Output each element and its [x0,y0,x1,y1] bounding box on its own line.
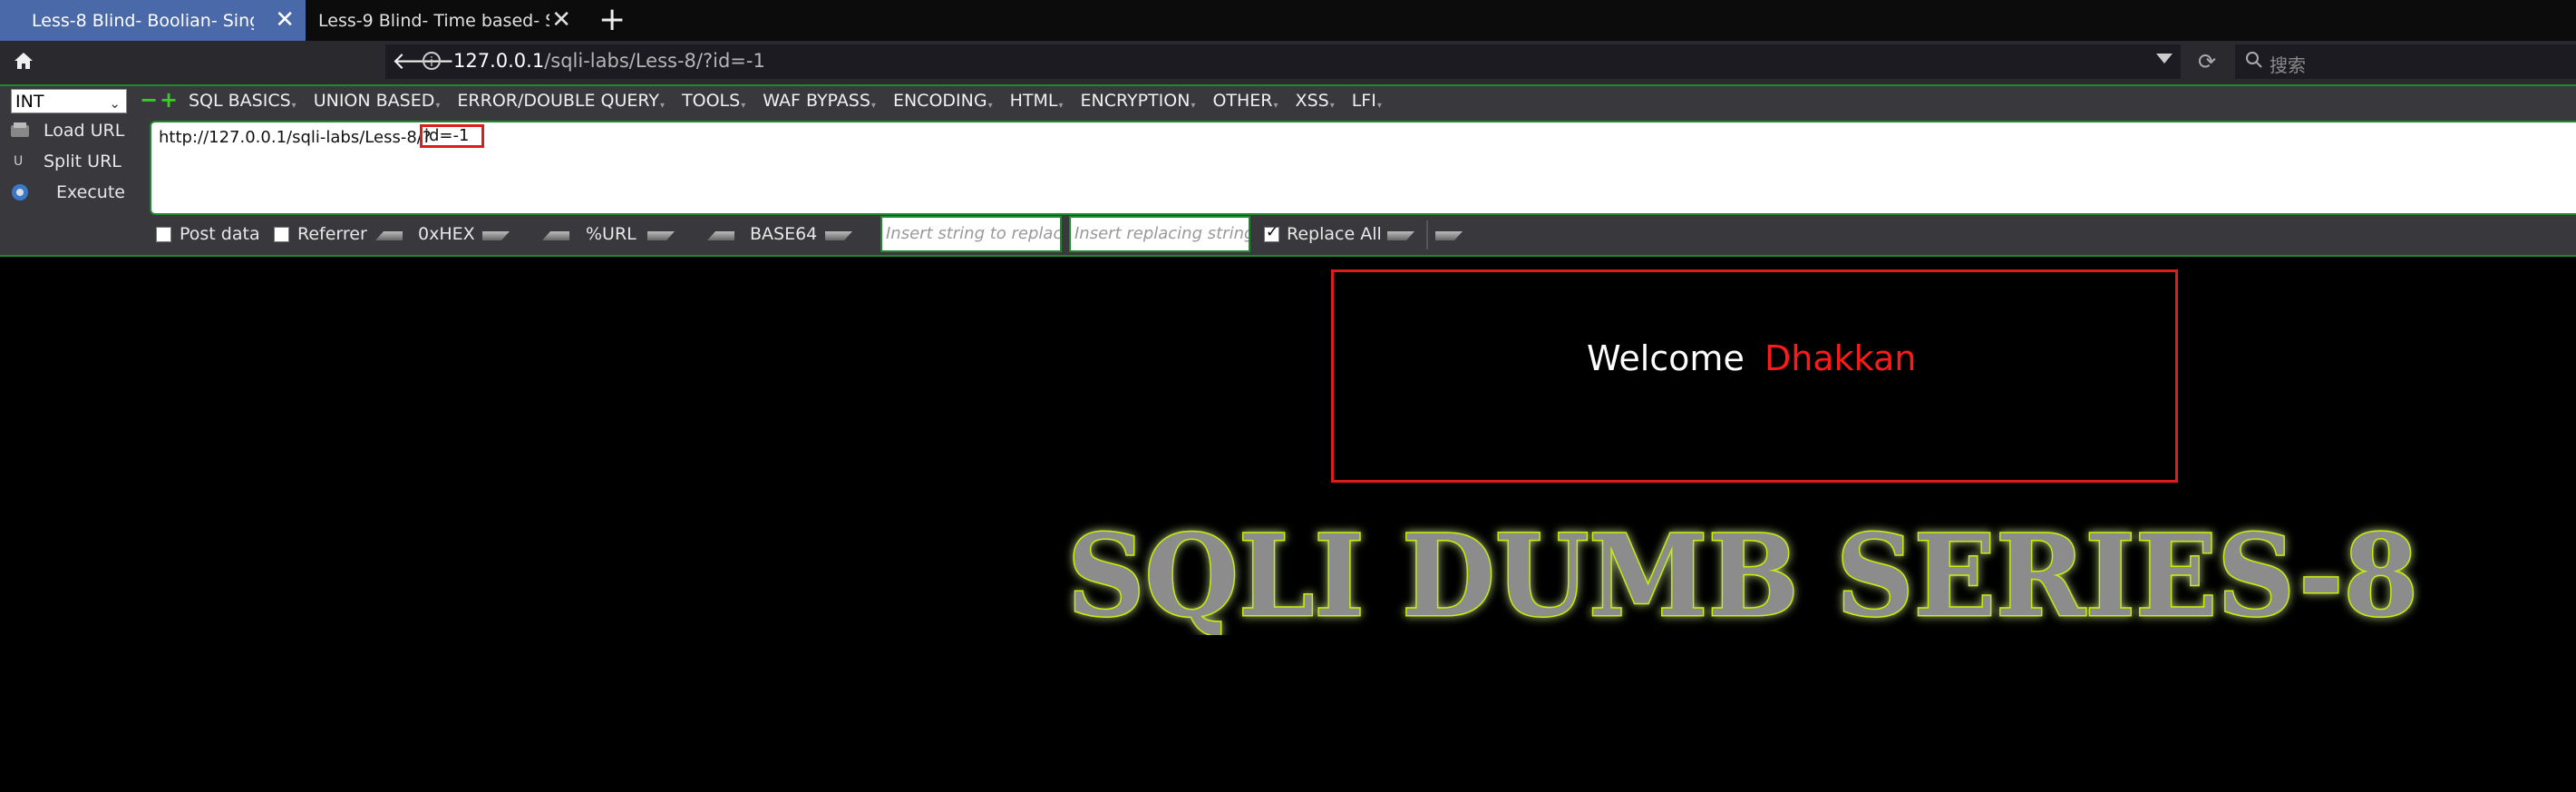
base64-label: BASE64 [750,224,818,244]
search-placeholder: 搜索 [2270,54,2306,76]
execute-button[interactable]: Execute [9,179,125,206]
replace-string-input[interactable]: Insert replacing string [1069,216,1250,252]
base64-decode-arrow-icon[interactable] [707,231,734,240]
hex-decode-arrow-icon[interactable] [375,231,403,240]
tab-label: Less-9 Blind- Time based- Single Quotes-… [318,10,549,31]
menu-error-double-query[interactable]: ERROR/DOUBLE QUERY [457,91,664,111]
split-url-label: Split URL [44,152,122,171]
hex-label: 0xHEX [418,224,475,244]
menu-other[interactable]: OTHER [1212,91,1277,111]
execute-label: Execute [56,182,125,202]
close-tab-icon[interactable]: ✕ [275,7,295,33]
menu-xss[interactable]: XSS [1296,91,1334,111]
url-decode-arrow-icon[interactable] [542,231,569,240]
base64-encode-arrow-icon[interactable] [825,231,852,240]
highlighted-parameter: id=-1 [420,124,485,148]
increase-button[interactable]: + [160,87,178,112]
url-encode-label: %URL [586,224,637,244]
menu-encryption[interactable]: ENCRYPTION [1081,91,1195,111]
url-path: /sqli-labs/Less-8/?id=-1 [544,50,765,72]
menu-lfi[interactable]: LFI [1352,91,1381,111]
address-text[interactable]: 127.0.0.1/sqli-labs/Less-8/?id=-1 [453,50,765,72]
menu-union-based[interactable]: UNION BASED [314,91,440,111]
tab-less-9[interactable]: Less-9 Blind- Time based- Single Quotes-… [306,0,582,41]
replace-all-label: Replace All [1287,224,1382,244]
tab-less-8[interactable]: Less-8 Blind- Boolian- Single Quotes- St… [0,0,306,41]
user-name-text: Dhakkan [1764,338,1917,378]
series-banner-text: SQLI DUMB SERIES-8 [1067,511,2418,635]
referrer-checkbox[interactable] [274,227,289,242]
home-icon[interactable] [13,50,34,75]
close-tab-icon[interactable]: ✕ [551,7,571,33]
welcome-text: Welcome [1587,338,1745,378]
hackbar-menu: SQL BASICS UNION BASED ERROR/DOUBLE QUER… [189,91,1399,111]
post-data-checkbox[interactable] [156,227,171,242]
navigation-bar: 🡐 i 127.0.0.1/sqli-labs/Less-8/?id=-1 ⟳ … [0,41,2576,84]
decrease-button[interactable]: − [140,87,158,112]
series-banner: SQLI DUMB SERIES-8 [1066,510,2420,636]
type-select-value: INT [15,92,44,112]
menu-encoding[interactable]: ENCODING [893,91,992,111]
url-encode-arrow-icon[interactable] [647,231,675,240]
options-row: Post data Referrer 0xHEX %URL BASE64 Ins… [154,216,2576,252]
url-dropdown-icon[interactable] [2156,54,2173,64]
url-textarea-prefix: http://127.0.0.1/sqli-labs/Less-8/? [159,128,432,147]
new-tab-button[interactable]: + [598,2,626,38]
search-icon [2244,50,2264,73]
chevron-down-icon: ⌄ [109,95,121,112]
load-url-label: Load URL [44,121,125,141]
replace-all-checkbox[interactable] [1264,223,1279,242]
menu-waf-bypass[interactable]: WAF BYPASS [763,91,875,111]
menu-html[interactable]: HTML [1010,91,1063,111]
hackbar-panel: INT ⌄ − + SQL BASICS UNION BASED ERROR/D… [0,84,2576,257]
split-url-icon: U [9,152,31,171]
post-data-label: Post data [180,224,260,244]
search-bar[interactable]: 搜索 [2235,44,2576,79]
separator [1426,220,1428,249]
url-textarea[interactable]: http://127.0.0.1/sqli-labs/Less-8/? id=-… [150,121,2576,215]
replace-arrow-icon[interactable] [1387,231,1414,240]
load-url-icon [9,121,31,141]
menu-sql-basics[interactable]: SQL BASICS [189,91,296,111]
execute-icon [9,182,31,202]
info-icon[interactable]: i [423,52,441,70]
load-url-button[interactable]: Load URL [9,117,124,144]
referrer-label: Referrer [297,224,367,244]
type-select[interactable]: INT ⌄ [11,89,127,113]
welcome-box [1331,269,2178,483]
reload-icon[interactable]: ⟳ [2187,46,2227,77]
split-url-button[interactable]: U Split URL [9,148,122,175]
find-string-input[interactable]: Insert string to replace [880,216,1062,252]
tab-label: Less-8 Blind- Boolian- Single Quotes- St… [32,10,254,31]
svg-text:U: U [14,154,23,169]
tab-strip: Less-8 Blind- Boolian- Single Quotes- St… [0,0,2576,41]
url-host: 127.0.0.1 [453,50,545,72]
hex-encode-arrow-icon[interactable] [482,231,510,240]
reverse-replace-arrow-icon[interactable] [1435,231,1463,240]
menu-tools[interactable]: TOOLS [682,91,744,111]
